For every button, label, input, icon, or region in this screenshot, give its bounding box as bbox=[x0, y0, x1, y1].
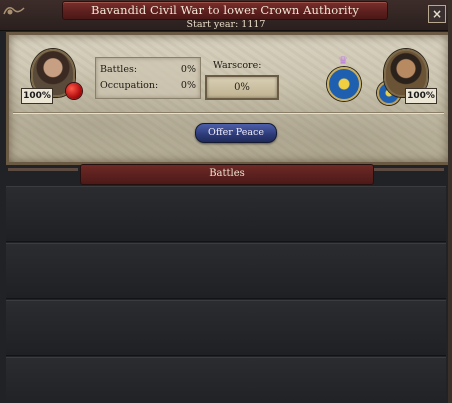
battle-row[interactable] bbox=[6, 186, 446, 242]
battles-header-label: Battles bbox=[209, 168, 245, 179]
war-stats-box: Battles: 0% Occupation: 0% bbox=[95, 57, 201, 99]
battles-section-header: Battles bbox=[80, 164, 374, 185]
occupation-value: 0% bbox=[180, 80, 196, 91]
title-bar: Bavandid Civil War to lower Crown Author… bbox=[0, 0, 452, 31]
start-year-label: Start year: 1117 bbox=[186, 19, 266, 30]
header-ornament-left bbox=[8, 168, 78, 171]
defender-contribution-badge: 100% bbox=[405, 88, 437, 104]
war-window: Bavandid Civil War to lower Crown Author… bbox=[0, 0, 452, 403]
window-right-border bbox=[448, 0, 452, 403]
battle-row[interactable] bbox=[6, 357, 446, 403]
battle-row[interactable] bbox=[6, 300, 446, 356]
battle-row[interactable] bbox=[6, 243, 446, 299]
title-banner: Bavandid Civil War to lower Crown Author… bbox=[62, 1, 388, 20]
battles-value: 0% bbox=[180, 64, 196, 75]
red-seal-icon bbox=[66, 83, 82, 99]
window-title: Bavandid Civil War to lower Crown Author… bbox=[91, 3, 359, 17]
battles-stat-row: Battles: 0% bbox=[100, 64, 196, 78]
attacker-coat-of-arms-icon[interactable] bbox=[327, 67, 361, 101]
warscore-value: 0% bbox=[205, 75, 279, 100]
offer-peace-button[interactable]: Offer Peace bbox=[195, 123, 277, 143]
battles-list bbox=[6, 186, 446, 403]
occupation-stat-row: Occupation: 0% bbox=[100, 80, 196, 94]
panel-divider bbox=[13, 112, 444, 113]
occupation-label: Occupation: bbox=[100, 80, 159, 91]
attacker-contribution-badge: 100% bbox=[21, 88, 53, 104]
window-ornament-icon bbox=[3, 7, 25, 15]
close-button[interactable]: × bbox=[428, 5, 446, 23]
warscore-label: Warscore: bbox=[213, 60, 262, 71]
battles-label: Battles: bbox=[100, 64, 138, 75]
header-ornament-right bbox=[374, 168, 444, 171]
war-overview-panel: 100% Battles: 0% Occupation: 0% Warscore… bbox=[5, 31, 452, 166]
purple-crown-icon: ♛ bbox=[338, 54, 348, 67]
